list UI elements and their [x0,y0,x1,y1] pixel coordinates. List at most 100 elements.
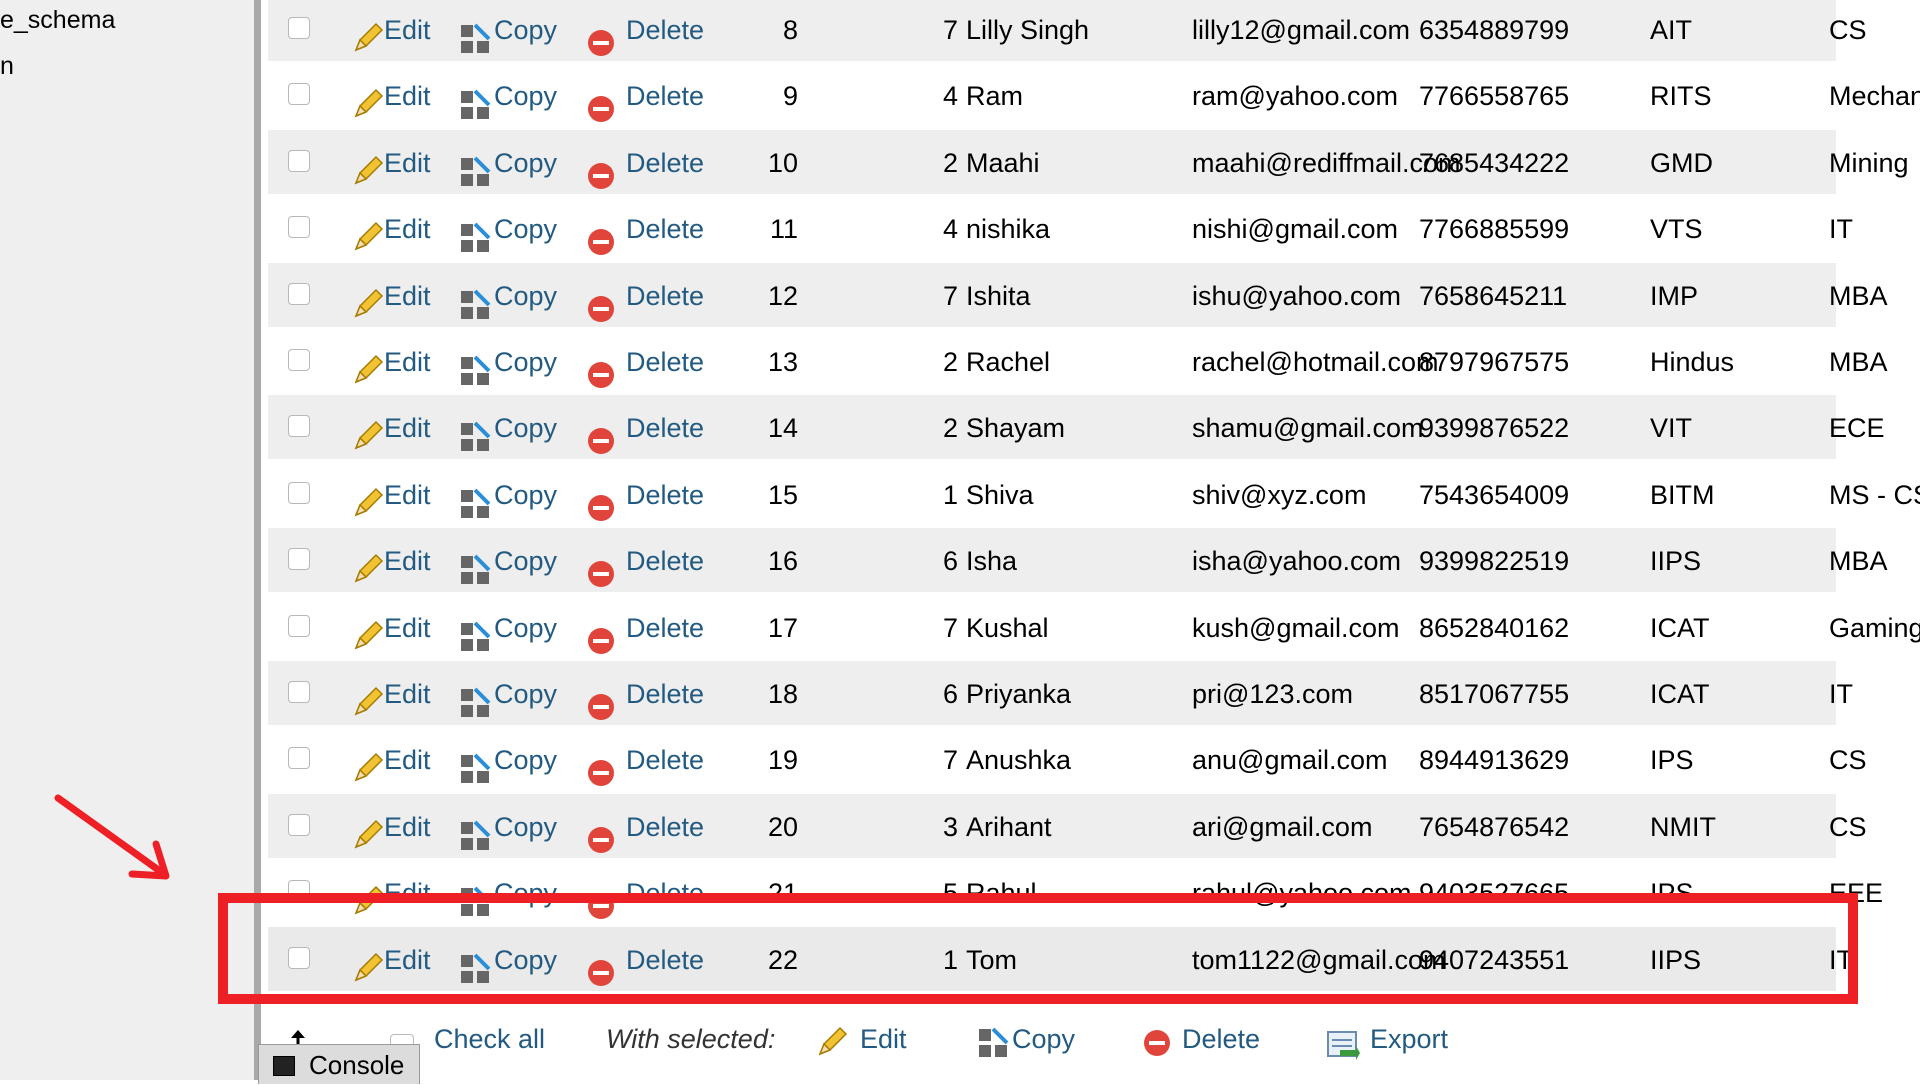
row-copy-link[interactable]: Copy [494,661,557,727]
cell-number: 2 [942,147,958,178]
row-checkbox[interactable] [288,83,310,106]
table-row: Edit Copy Delete 12 7 Ishita ishu@yahoo.… [268,262,1888,329]
row-copy-link[interactable]: Copy [494,794,557,860]
cell-name: nishika [966,214,1051,245]
row-edit-link[interactable]: Edit [384,263,431,329]
cell-id: 16 [767,546,798,577]
row-edit-link[interactable]: Edit [384,462,431,528]
row-edit-link[interactable]: Edit [384,395,431,461]
row-copy-link[interactable]: Copy [494,130,557,196]
row-delete-link[interactable]: Delete [626,395,704,461]
cell-college: GMD [1650,147,1713,178]
row-delete-link[interactable]: Delete [626,130,704,196]
row-delete-link[interactable]: Delete [626,727,704,793]
row-edit-link[interactable]: Edit [384,794,431,860]
row-copy-link[interactable]: Copy [494,263,557,329]
check-all-link[interactable]: Check all [434,1024,545,1055]
row-checkbox[interactable] [288,149,310,172]
cell-name: Kushal [966,612,1049,643]
table-row: Edit Copy Delete 11 4 nishika nishi@gmai… [268,196,1853,262]
cell-college: AIT [1650,15,1693,45]
row-edit-link[interactable]: Edit [384,595,431,661]
cell-id: 8 [782,15,798,45]
row-checkbox[interactable] [288,282,310,305]
cell-college: ICAT [1650,679,1710,709]
row-edit-link[interactable]: Edit [384,0,431,63]
row-edit-link[interactable]: Edit [384,196,431,262]
cell-email: isha@yahoo.com [1192,546,1402,577]
bulk-export-button[interactable]: Export [1370,1024,1448,1055]
row-checkbox[interactable] [288,681,310,703]
row-delete-link[interactable]: Delete [626,595,704,661]
row-delete-link[interactable]: Delete [626,329,704,395]
row-edit-link[interactable]: Edit [384,329,431,395]
row-edit-link[interactable]: Edit [384,130,431,196]
cell-phone: 9399822519 [1419,546,1570,577]
cell-branch: IT [1829,214,1853,245]
row-copy-link[interactable]: Copy [494,395,557,461]
row-delete-link[interactable]: Delete [626,196,704,262]
cell-number: 6 [942,679,958,709]
row-copy-link[interactable]: Copy [494,462,557,528]
cell-number: 2 [942,347,958,377]
row-checkbox[interactable] [288,813,310,836]
cell-college: VTS [1650,214,1703,245]
row-delete-link[interactable]: Delete [626,263,704,329]
row-delete-link[interactable]: Delete [626,528,704,594]
cell-id: 20 [767,811,798,842]
bulk-edit-button[interactable]: Edit [860,1024,907,1055]
row-checkbox[interactable] [288,548,310,571]
console-tab[interactable]: Console [258,1044,420,1084]
sidebar-item-partial[interactable]: n [0,52,14,81]
row-delete-link[interactable]: Delete [626,63,704,129]
cell-branch: MBA [1829,280,1888,311]
row-checkbox[interactable] [288,349,310,371]
row-copy-link[interactable]: Copy [494,727,557,793]
table-row: Edit Copy Delete 9 4 Ram ram@yahoo.com 7… [268,63,1920,129]
row-checkbox[interactable] [288,614,310,637]
row-edit-link[interactable]: Edit [384,661,431,727]
cell-college: NMIT [1650,811,1716,842]
row-checkbox[interactable] [288,17,310,39]
row-copy-link[interactable]: Copy [494,595,557,661]
row-delete-link[interactable]: Delete [626,462,704,528]
cell-id: 10 [767,147,798,178]
cell-id: 17 [767,612,798,643]
row-checkbox[interactable] [288,415,310,438]
cell-college: IPS [1650,745,1694,776]
highlight-box-annotation [218,893,1858,1004]
cell-phone: 8797967575 [1419,347,1570,377]
row-edit-link[interactable]: Edit [384,63,431,129]
bulk-delete-button[interactable]: Delete [1182,1024,1260,1055]
row-delete-link[interactable]: Delete [626,0,704,63]
cell-name: Rachel [966,347,1051,377]
table-row: Edit Copy Delete 17 7 Kushal kush@gmail.… [268,594,1920,661]
bulk-copy-button[interactable]: Copy [1012,1024,1075,1055]
cell-college: ICAT [1650,612,1710,643]
row-copy-link[interactable]: Copy [494,0,557,63]
row-checkbox[interactable] [288,747,310,770]
row-edit-link[interactable]: Edit [384,528,431,594]
row-delete-link[interactable]: Delete [626,794,704,860]
row-copy-link[interactable]: Copy [494,63,557,129]
with-selected-label: With selected: [606,1024,776,1054]
cell-college: RITS [1650,81,1712,112]
cell-name: Arihant [966,811,1052,842]
table-row: Edit Copy Delete 8 7 Lilly Singh lilly12… [268,0,1867,63]
cell-phone: 9399876522 [1419,413,1570,444]
row-edit-link[interactable]: Edit [384,727,431,793]
console-label: Console [309,1050,405,1080]
cell-number: 6 [942,546,958,577]
row-delete-link[interactable]: Delete [626,661,704,727]
cell-id: 19 [767,745,798,776]
table-row: Edit Copy Delete 14 2 Shayam shamu@gmail… [268,395,1885,461]
row-checkbox[interactable] [288,216,310,239]
cell-name: Lilly Singh [966,15,1090,45]
row-copy-link[interactable]: Copy [494,528,557,594]
table-row: Edit Copy Delete 16 6 Isha isha@yahoo.co… [268,528,1888,594]
sidebar-item-schema[interactable]: e_schema [0,6,115,35]
row-copy-link[interactable]: Copy [494,196,557,262]
row-copy-link[interactable]: Copy [494,329,557,395]
cell-branch: Gaming [1829,612,1920,643]
row-checkbox[interactable] [288,481,310,504]
